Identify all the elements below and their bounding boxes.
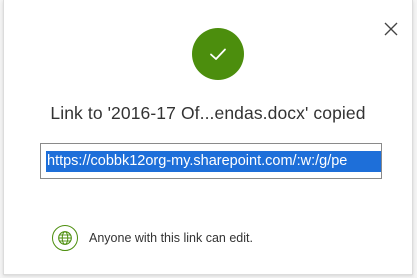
permission-label[interactable]: Anyone with this link can edit. [89, 231, 253, 245]
link-copied-dialog: Link to '2016-17 Of...endas.docx' copied… [3, 0, 413, 275]
success-badge [192, 28, 244, 80]
link-url-text[interactable]: https://cobbk12org-my.sharepoint.com/:w:… [47, 152, 347, 171]
link-field[interactable]: https://cobbk12org-my.sharepoint.com/:w:… [40, 143, 382, 179]
close-icon[interactable] [382, 20, 400, 38]
close-button[interactable] [382, 20, 400, 38]
dialog-title: Link to '2016-17 Of...endas.docx' copied [50, 103, 366, 123]
globe-icon [58, 231, 72, 245]
permission-row[interactable]: Anyone with this link can edit. [52, 225, 253, 251]
permission-icon-circle [52, 225, 78, 251]
checkmark-icon [210, 48, 226, 60]
